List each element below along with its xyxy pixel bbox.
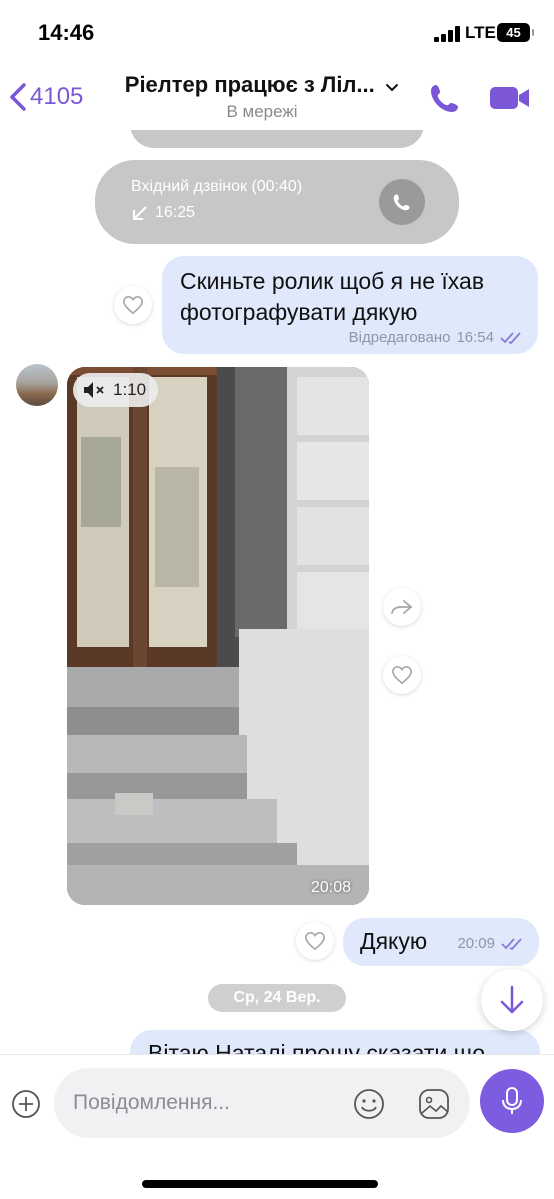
chat-title: Ріелтер працює з Ліл... <box>124 72 375 97</box>
signal-icon <box>434 26 460 42</box>
video-call-icon[interactable] <box>489 82 531 114</box>
incoming-call-bubble[interactable]: Вхідний дзвінок (00:40) 16:25 <box>95 160 459 244</box>
video-thumbnail <box>67 367 369 905</box>
forward-button[interactable] <box>383 588 421 626</box>
heart-icon <box>305 931 325 951</box>
message-time: 16:54 <box>456 329 494 346</box>
previous-message-bubble[interactable] <box>130 130 424 148</box>
phone-icon <box>393 194 410 211</box>
like-button[interactable] <box>383 656 421 694</box>
sticker-icon[interactable] <box>417 1087 451 1121</box>
unread-count: 4105 <box>30 83 84 110</box>
network-label: LTE <box>465 23 496 42</box>
outgoing-message[interactable]: Дякую 20:09 <box>343 918 539 966</box>
call-time-row: 16:25 <box>131 204 195 222</box>
double-check-icon <box>500 331 521 344</box>
scroll-to-bottom-button[interactable] <box>481 969 543 1031</box>
message-input[interactable]: Повідомлення... <box>54 1068 470 1138</box>
video-message[interactable]: 1:10 20:08 <box>67 367 369 905</box>
status-time: 14:46 <box>38 20 95 45</box>
double-check-icon <box>501 937 522 950</box>
plus-circle-icon[interactable] <box>10 1088 42 1120</box>
battery-icon: 45 <box>497 23 534 42</box>
video-time: 20:08 <box>310 879 351 896</box>
chat-header: 4105 Ріелтер працює з Ліл... В мережі <box>0 64 554 130</box>
like-button[interactable] <box>114 286 152 324</box>
forward-icon <box>391 600 413 614</box>
call-title: Вхідний дзвінок (00:40) <box>131 178 303 195</box>
microphone-icon <box>502 1087 522 1114</box>
message-text: Вітаю Наталі прошу сказати що <box>148 1040 486 1054</box>
voice-message-button[interactable] <box>480 1069 544 1133</box>
outgoing-message[interactable]: Вітаю Наталі прошу сказати що <box>130 1030 540 1054</box>
video-duration: 1:10 <box>113 380 147 399</box>
message-meta: 20:09 <box>457 935 525 952</box>
back-button[interactable]: 4105 <box>8 80 83 114</box>
message-placeholder: Повідомлення... <box>73 1091 230 1114</box>
date-separator: Ср, 24 Вер. <box>208 984 346 1012</box>
arrow-down-icon <box>500 985 524 1014</box>
avatar[interactable] <box>16 364 58 406</box>
chevron-left-icon <box>10 83 26 111</box>
message-text: Дякую <box>360 928 428 954</box>
phone-icon[interactable] <box>428 81 462 115</box>
message-meta: Відредаговано 16:54 <box>349 329 524 346</box>
heart-icon <box>392 665 412 685</box>
call-back-button[interactable] <box>379 179 425 225</box>
online-status: В мережі <box>226 102 298 121</box>
chat-title-area[interactable]: Ріелтер працює з Ліл... В мережі <box>112 72 412 122</box>
speaker-muted-icon <box>84 382 104 398</box>
message-time: 20:09 <box>457 935 495 952</box>
mute-toggle[interactable]: 1:10 <box>73 373 159 407</box>
like-button[interactable] <box>296 922 334 960</box>
arrow-down-left-icon <box>133 206 147 220</box>
message-line-2: фотографувати дякую <box>180 299 418 325</box>
message-line-1: Скиньте ролик щоб я не їхав <box>180 268 485 294</box>
chat-area[interactable]: Вхідний дзвінок (00:40) 16:25 Скиньте ро… <box>0 130 554 1054</box>
call-time: 16:25 <box>155 204 196 221</box>
home-indicator <box>142 1180 378 1188</box>
chevron-down-icon <box>386 83 399 92</box>
status-bar: 14:46 LTE 45 <box>0 0 554 64</box>
message-input-bar: Повідомлення... <box>0 1054 554 1199</box>
outgoing-message[interactable]: Скиньте ролик щоб я не їхав фотографуват… <box>162 256 538 354</box>
message-text: Скиньте ролик щоб я не їхав фотографуват… <box>180 266 484 328</box>
heart-icon <box>123 295 143 315</box>
emoji-icon[interactable] <box>352 1087 386 1121</box>
edited-label: Відредаговано <box>348 329 451 346</box>
